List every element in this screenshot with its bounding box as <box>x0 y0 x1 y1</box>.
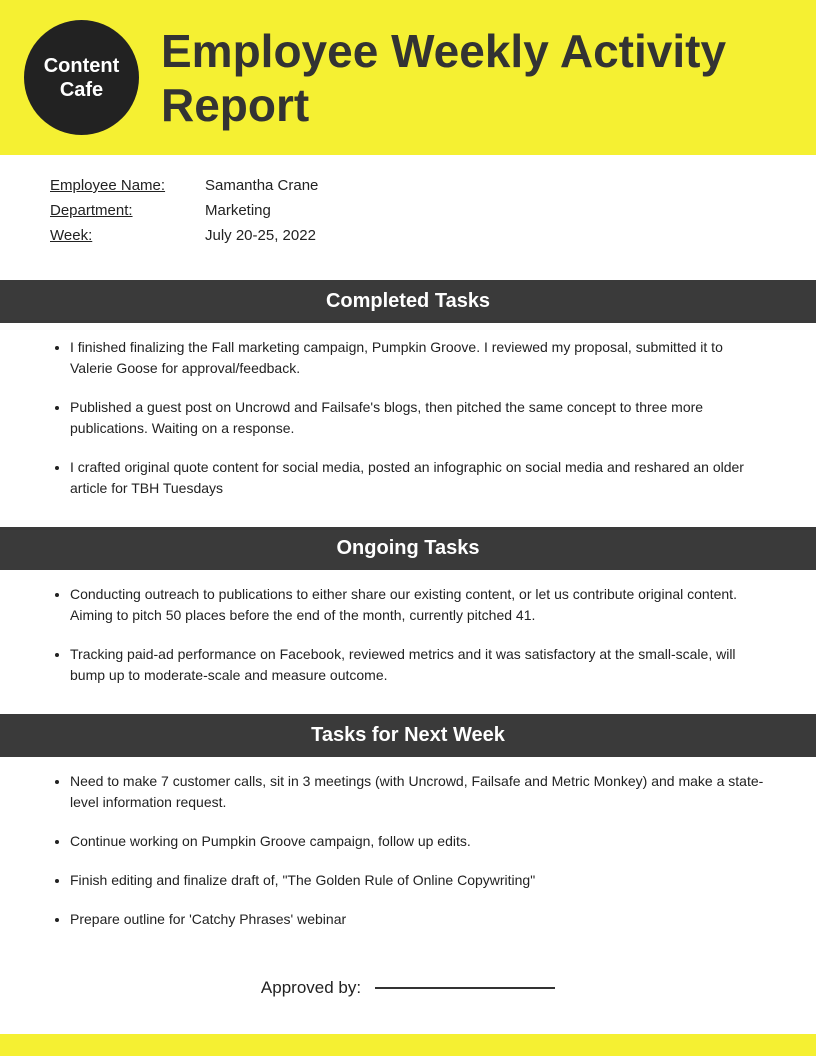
logo-text: ContentCafe <box>44 54 120 102</box>
week-row: Week: July 20-25, 2022 <box>50 227 766 244</box>
employee-name-label: Employee Name: <box>50 177 205 194</box>
ongoing-tasks-header: Ongoing Tasks <box>0 527 816 570</box>
list-item: I crafted original quote content for soc… <box>70 457 766 499</box>
week-label: Week: <box>50 227 205 244</box>
list-item: Published a guest post on Uncrowd and Fa… <box>70 397 766 439</box>
next-week-tasks-header: Tasks for Next Week <box>0 714 816 757</box>
list-item: Need to make 7 customer calls, sit in 3 … <box>70 771 766 813</box>
info-section: Employee Name: Samantha Crane Department… <box>0 155 816 270</box>
department-value: Marketing <box>205 202 271 219</box>
report-title: Employee Weekly Activity Report <box>161 24 792 132</box>
list-item: Continue working on Pumpkin Groove campa… <box>70 831 766 852</box>
employee-name-value: Samantha Crane <box>205 177 318 194</box>
ongoing-tasks-list: Conducting outreach to publications to e… <box>50 584 766 686</box>
department-label: Department: <box>50 202 205 219</box>
department-row: Department: Marketing <box>50 202 766 219</box>
list-item: I finished finalizing the Fall marketing… <box>70 337 766 379</box>
list-item: Prepare outline for 'Catchy Phrases' web… <box>70 909 766 930</box>
header-section: ContentCafe Employee Weekly Activity Rep… <box>0 0 816 155</box>
approved-line <box>375 987 555 989</box>
ongoing-tasks-content: Conducting outreach to publications to e… <box>0 570 816 704</box>
employee-name-row: Employee Name: Samantha Crane <box>50 177 766 194</box>
footer-bar <box>0 1034 816 1056</box>
week-value: July 20-25, 2022 <box>205 227 316 244</box>
list-item: Tracking paid-ad performance on Facebook… <box>70 644 766 686</box>
approved-section: Approved by: <box>0 948 816 1018</box>
logo-circle: ContentCafe <box>24 20 139 135</box>
completed-tasks-header: Completed Tasks <box>0 280 816 323</box>
completed-tasks-list: I finished finalizing the Fall marketing… <box>50 337 766 499</box>
approved-label: Approved by: <box>261 978 361 998</box>
next-week-tasks-content: Need to make 7 customer calls, sit in 3 … <box>0 757 816 948</box>
completed-tasks-content: I finished finalizing the Fall marketing… <box>0 323 816 517</box>
next-week-tasks-list: Need to make 7 customer calls, sit in 3 … <box>50 771 766 930</box>
list-item: Conducting outreach to publications to e… <box>70 584 766 626</box>
list-item: Finish editing and finalize draft of, "T… <box>70 870 766 891</box>
